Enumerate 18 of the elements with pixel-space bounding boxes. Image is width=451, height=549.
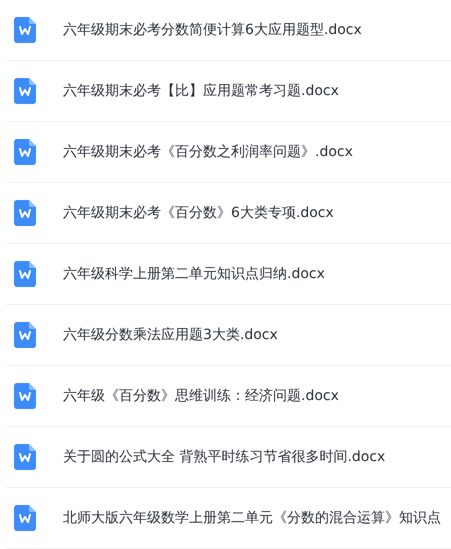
document-icon xyxy=(14,505,36,531)
file-name[interactable]: 六年级分数乘法应用题3大类.docx xyxy=(63,326,278,344)
document-icon xyxy=(14,78,36,104)
file-name[interactable]: 关于圆的公式大全 背熟平时练习节省很多时间.docx xyxy=(63,448,386,466)
document-icon xyxy=(14,17,36,43)
document-icon xyxy=(14,139,36,165)
file-name[interactable]: 北师大版六年级数学上册第二单元《分数的混合运算》知识点 xyxy=(63,509,441,527)
document-icon xyxy=(14,261,36,287)
file-name[interactable]: 六年级期末必考《百分数》6大类专项.docx xyxy=(63,204,334,222)
document-icon xyxy=(14,444,36,470)
file-name[interactable]: 六年级《百分数》思维训练：经济问题.docx xyxy=(63,387,339,405)
file-name[interactable]: 六年级期末必考【比】应用题常考习题.docx xyxy=(63,82,339,100)
file-name[interactable]: 六年级期末必考《百分数之利润率问题》.docx xyxy=(63,143,353,161)
document-icon xyxy=(14,383,36,409)
document-icon xyxy=(14,200,36,226)
file-name[interactable]: 六年级期末必考分数简便计算6大应用题型.docx xyxy=(63,21,362,39)
file-name[interactable]: 六年级科学上册第二单元知识点归纳.docx xyxy=(63,265,325,283)
document-icon xyxy=(14,322,36,348)
